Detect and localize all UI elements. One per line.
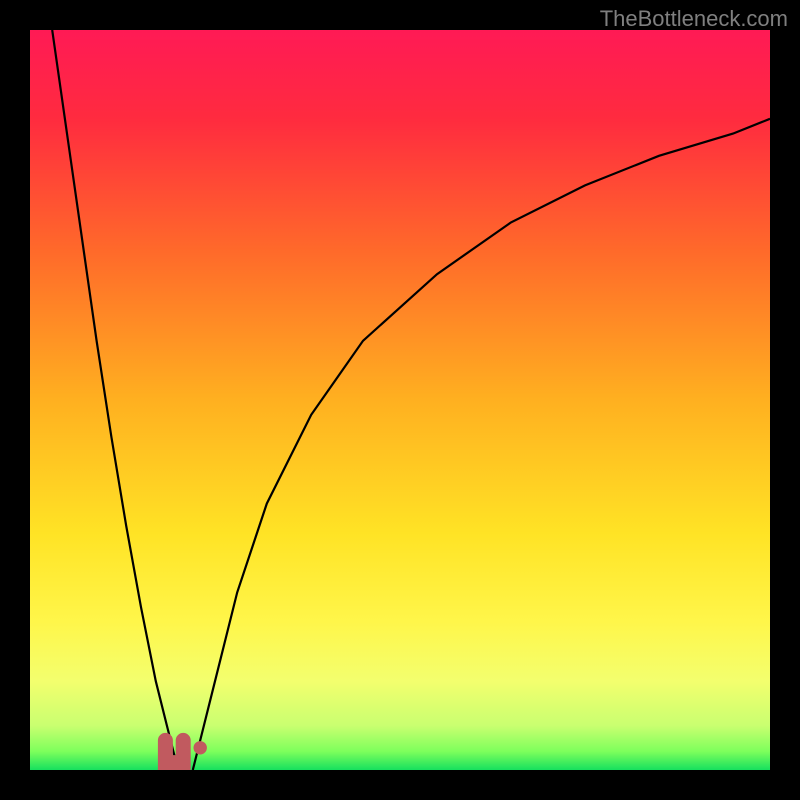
plot-area [30, 30, 770, 770]
dot-marker [194, 741, 207, 754]
curves-layer [30, 30, 770, 770]
curve-right-branch [193, 119, 770, 770]
watermark-text: TheBottleneck.com [600, 6, 788, 32]
curve-left-branch [52, 30, 178, 770]
outer-frame: TheBottleneck.com [0, 0, 800, 800]
